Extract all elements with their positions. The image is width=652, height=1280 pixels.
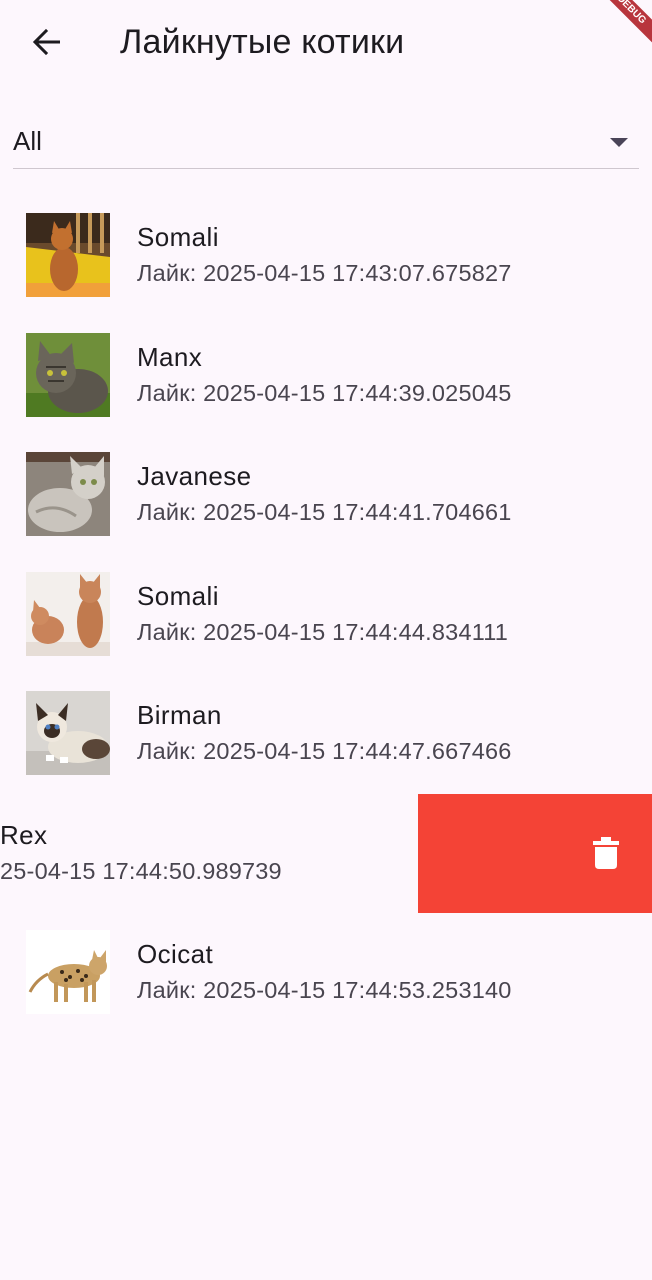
cat-thumbnail [26,691,110,775]
list-item[interactable]: Ocicat Лайк: 2025-04-15 17:44:53.253140 [0,913,652,1033]
dropdown-arrow-icon [610,138,628,147]
page-title: Лайкнутые котики [120,23,405,61]
list-item-swiped[interactable]: Rex 25-04-15 17:44:50.989739 [0,793,652,913]
list-item[interactable]: Manx Лайк: 2025-04-15 17:44:39.025045 [0,316,652,436]
breed-name: Manx [137,341,203,372]
liked-timestamp: Лайк: 2025-04-15 17:44:53.253140 [137,977,512,1003]
list-item[interactable]: Somali Лайк: 2025-04-15 17:43:07.675827 [0,196,652,316]
breed-name: Javanese [137,461,252,491]
liked-timestamp: Лайк: 2025-04-15 17:44:39.025045 [137,379,512,406]
liked-cats-screen: Лайкнутые котики DEBUG All Somali Лайк: … [0,0,652,1280]
cat-thumbnail [26,213,110,297]
debug-banner: DEBUG [586,0,652,55]
back-button[interactable] [20,18,74,66]
cat-thumbnail [26,332,110,417]
breed-name: Rex [0,819,48,850]
breed-filter-dropdown[interactable]: All [13,112,639,169]
breed-name: Ocicat [137,939,214,969]
breed-name: Somali [137,222,219,252]
app-bar: Лайкнутые котики DEBUG [0,0,652,86]
filter-selected-value: All [13,126,42,156]
list-item[interactable]: Somali Лайк: 2025-04-15 17:44:44.834111 [0,555,652,675]
liked-timestamp: Лайк: 2025-04-15 17:43:07.675827 [137,260,512,286]
breed-name: Birman [137,700,222,730]
cat-thumbnail [26,571,110,656]
liked-cats-list: Somali Лайк: 2025-04-15 17:43:07.675827 … [0,196,652,1033]
list-item[interactable]: Birman Лайк: 2025-04-15 17:44:47.667466 [0,674,652,794]
trash-icon [593,836,619,869]
arrow-left-icon [32,28,60,56]
liked-timestamp: Лайк: 2025-04-15 17:44:41.704661 [137,499,512,525]
cat-thumbnail [26,930,110,1014]
breed-name: Somali [137,580,219,611]
liked-timestamp: 25-04-15 17:44:50.989739 [0,857,282,884]
liked-timestamp: Лайк: 2025-04-15 17:44:44.834111 [137,618,509,645]
liked-timestamp: Лайк: 2025-04-15 17:44:47.667466 [137,738,512,764]
list-item[interactable]: Javanese Лайк: 2025-04-15 17:44:41.70466… [0,435,652,555]
cat-thumbnail [26,452,110,536]
delete-swipe-action[interactable] [418,793,652,913]
